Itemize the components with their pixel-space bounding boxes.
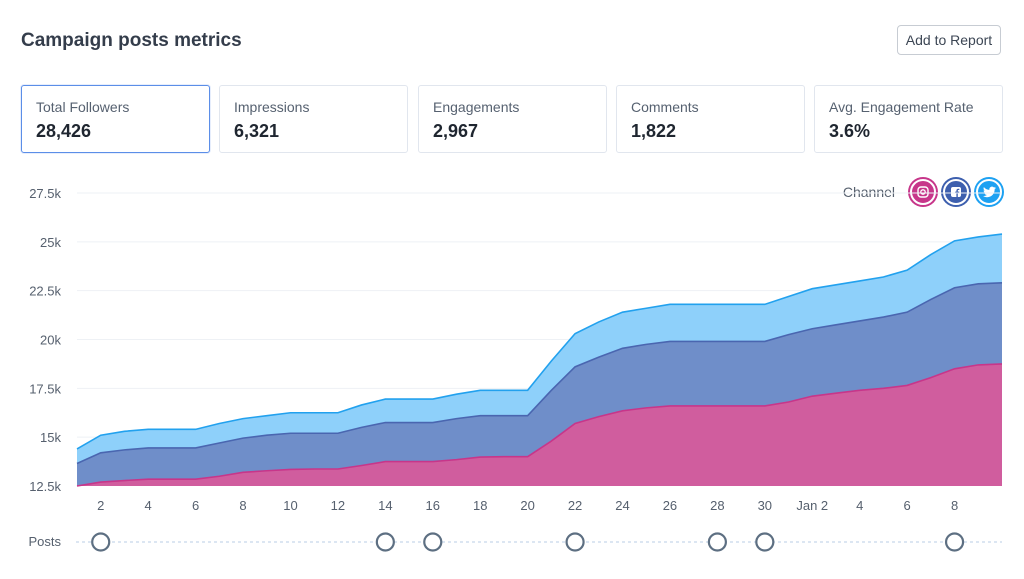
line-facebook xyxy=(76,282,1003,465)
x-tick-label: 22 xyxy=(568,498,582,513)
twitter-icon[interactable] xyxy=(976,179,1002,205)
x-tick-label: 20 xyxy=(520,498,534,513)
x-tick-label: 18 xyxy=(473,498,487,513)
post-marker[interactable] xyxy=(91,532,111,552)
post-marker[interactable] xyxy=(944,532,965,552)
metric-card-impressions[interactable]: Impressions 6,321 xyxy=(219,85,408,153)
x-tick-label: 26 xyxy=(663,498,677,513)
x-axis-labels: 2 4 6 8 10 12 14 16 18 20 22 24 26 28 30 Jan 2468 xyxy=(97,498,958,513)
line-instagram xyxy=(76,363,1003,487)
y-tick-label: 22.5k xyxy=(29,284,61,299)
legend-label: Channel xyxy=(842,184,895,200)
x-tick-label: 8 xyxy=(951,498,958,513)
x-tick-label: 6 xyxy=(192,498,199,513)
post-marker[interactable] xyxy=(707,532,727,552)
metric-card-engagements[interactable]: Engagements 2,967 xyxy=(418,85,607,153)
x-tick-label: 12 xyxy=(331,498,345,513)
post-marker[interactable] xyxy=(375,532,395,552)
x-tick-label: 28 xyxy=(710,498,724,513)
metric-card-total-followers[interactable]: Total Followers 28,426 xyxy=(21,85,210,153)
metric-label: Comments xyxy=(631,99,699,115)
x-tick-label: 24 xyxy=(615,498,629,513)
instagram-icon[interactable] xyxy=(910,179,936,205)
metric-label: Total Followers xyxy=(36,99,130,115)
metric-card-avg-engagement-rate[interactable]: Avg. Engagement Rate 3.6% xyxy=(814,85,1003,153)
x-tick-label: 6 xyxy=(904,498,911,513)
metric-value: 28,426 xyxy=(36,121,92,141)
page-title: Campaign posts metrics xyxy=(21,30,242,51)
metric-card-comments[interactable]: Comments 1,822 xyxy=(616,85,805,153)
metric-value: 6,321 xyxy=(234,121,280,141)
facebook-icon[interactable] xyxy=(943,179,969,205)
line-twitter xyxy=(76,233,1003,450)
metric-value: 3.6% xyxy=(829,121,871,141)
post-marker[interactable] xyxy=(755,532,775,552)
metric-label: Engagements xyxy=(433,99,520,115)
y-tick-label: 20k xyxy=(40,333,61,348)
y-tick-label: 15k xyxy=(40,430,61,445)
y-tick-label: 27.5k xyxy=(29,186,61,201)
y-tick-label: 12.5k xyxy=(29,479,61,494)
post-marker[interactable] xyxy=(565,532,585,552)
y-axis-labels: 12.5k 15k 17.5k 20k 22.5k 25k 27.5k xyxy=(29,186,61,494)
metric-label: Avg. Engagement Rate xyxy=(829,99,974,115)
x-tick-label: 14 xyxy=(378,498,392,513)
area-facebook xyxy=(77,282,1002,486)
metric-label: Impressions xyxy=(234,99,310,115)
chart-areas xyxy=(76,233,1003,487)
x-tick-label: Jan 2 xyxy=(796,498,828,513)
y-tick-label: 17.5k xyxy=(29,381,61,396)
x-tick-label: 2 xyxy=(97,498,104,513)
area-instagram xyxy=(77,363,1002,486)
grid-lines xyxy=(77,192,1002,438)
post-marker[interactable] xyxy=(423,532,443,552)
metric-value: 2,967 xyxy=(433,121,479,141)
x-tick-label: 4 xyxy=(145,498,152,513)
post-markers xyxy=(91,532,965,552)
x-tick-label: 4 xyxy=(856,498,863,513)
x-tick-label: 30 xyxy=(758,498,772,513)
x-tick-label: 8 xyxy=(239,498,246,513)
channel-legend: Channel xyxy=(843,177,1002,207)
y-tick-label: 25k xyxy=(40,235,61,250)
metric-value: 1,822 xyxy=(631,121,677,141)
area-twitter xyxy=(77,234,1002,464)
x-tick-label: 16 xyxy=(426,498,440,513)
add-to-report-button[interactable]: Add to Report xyxy=(897,25,1001,55)
x-tick-label: 10 xyxy=(283,498,297,513)
posts-row-label: Posts xyxy=(28,534,61,549)
